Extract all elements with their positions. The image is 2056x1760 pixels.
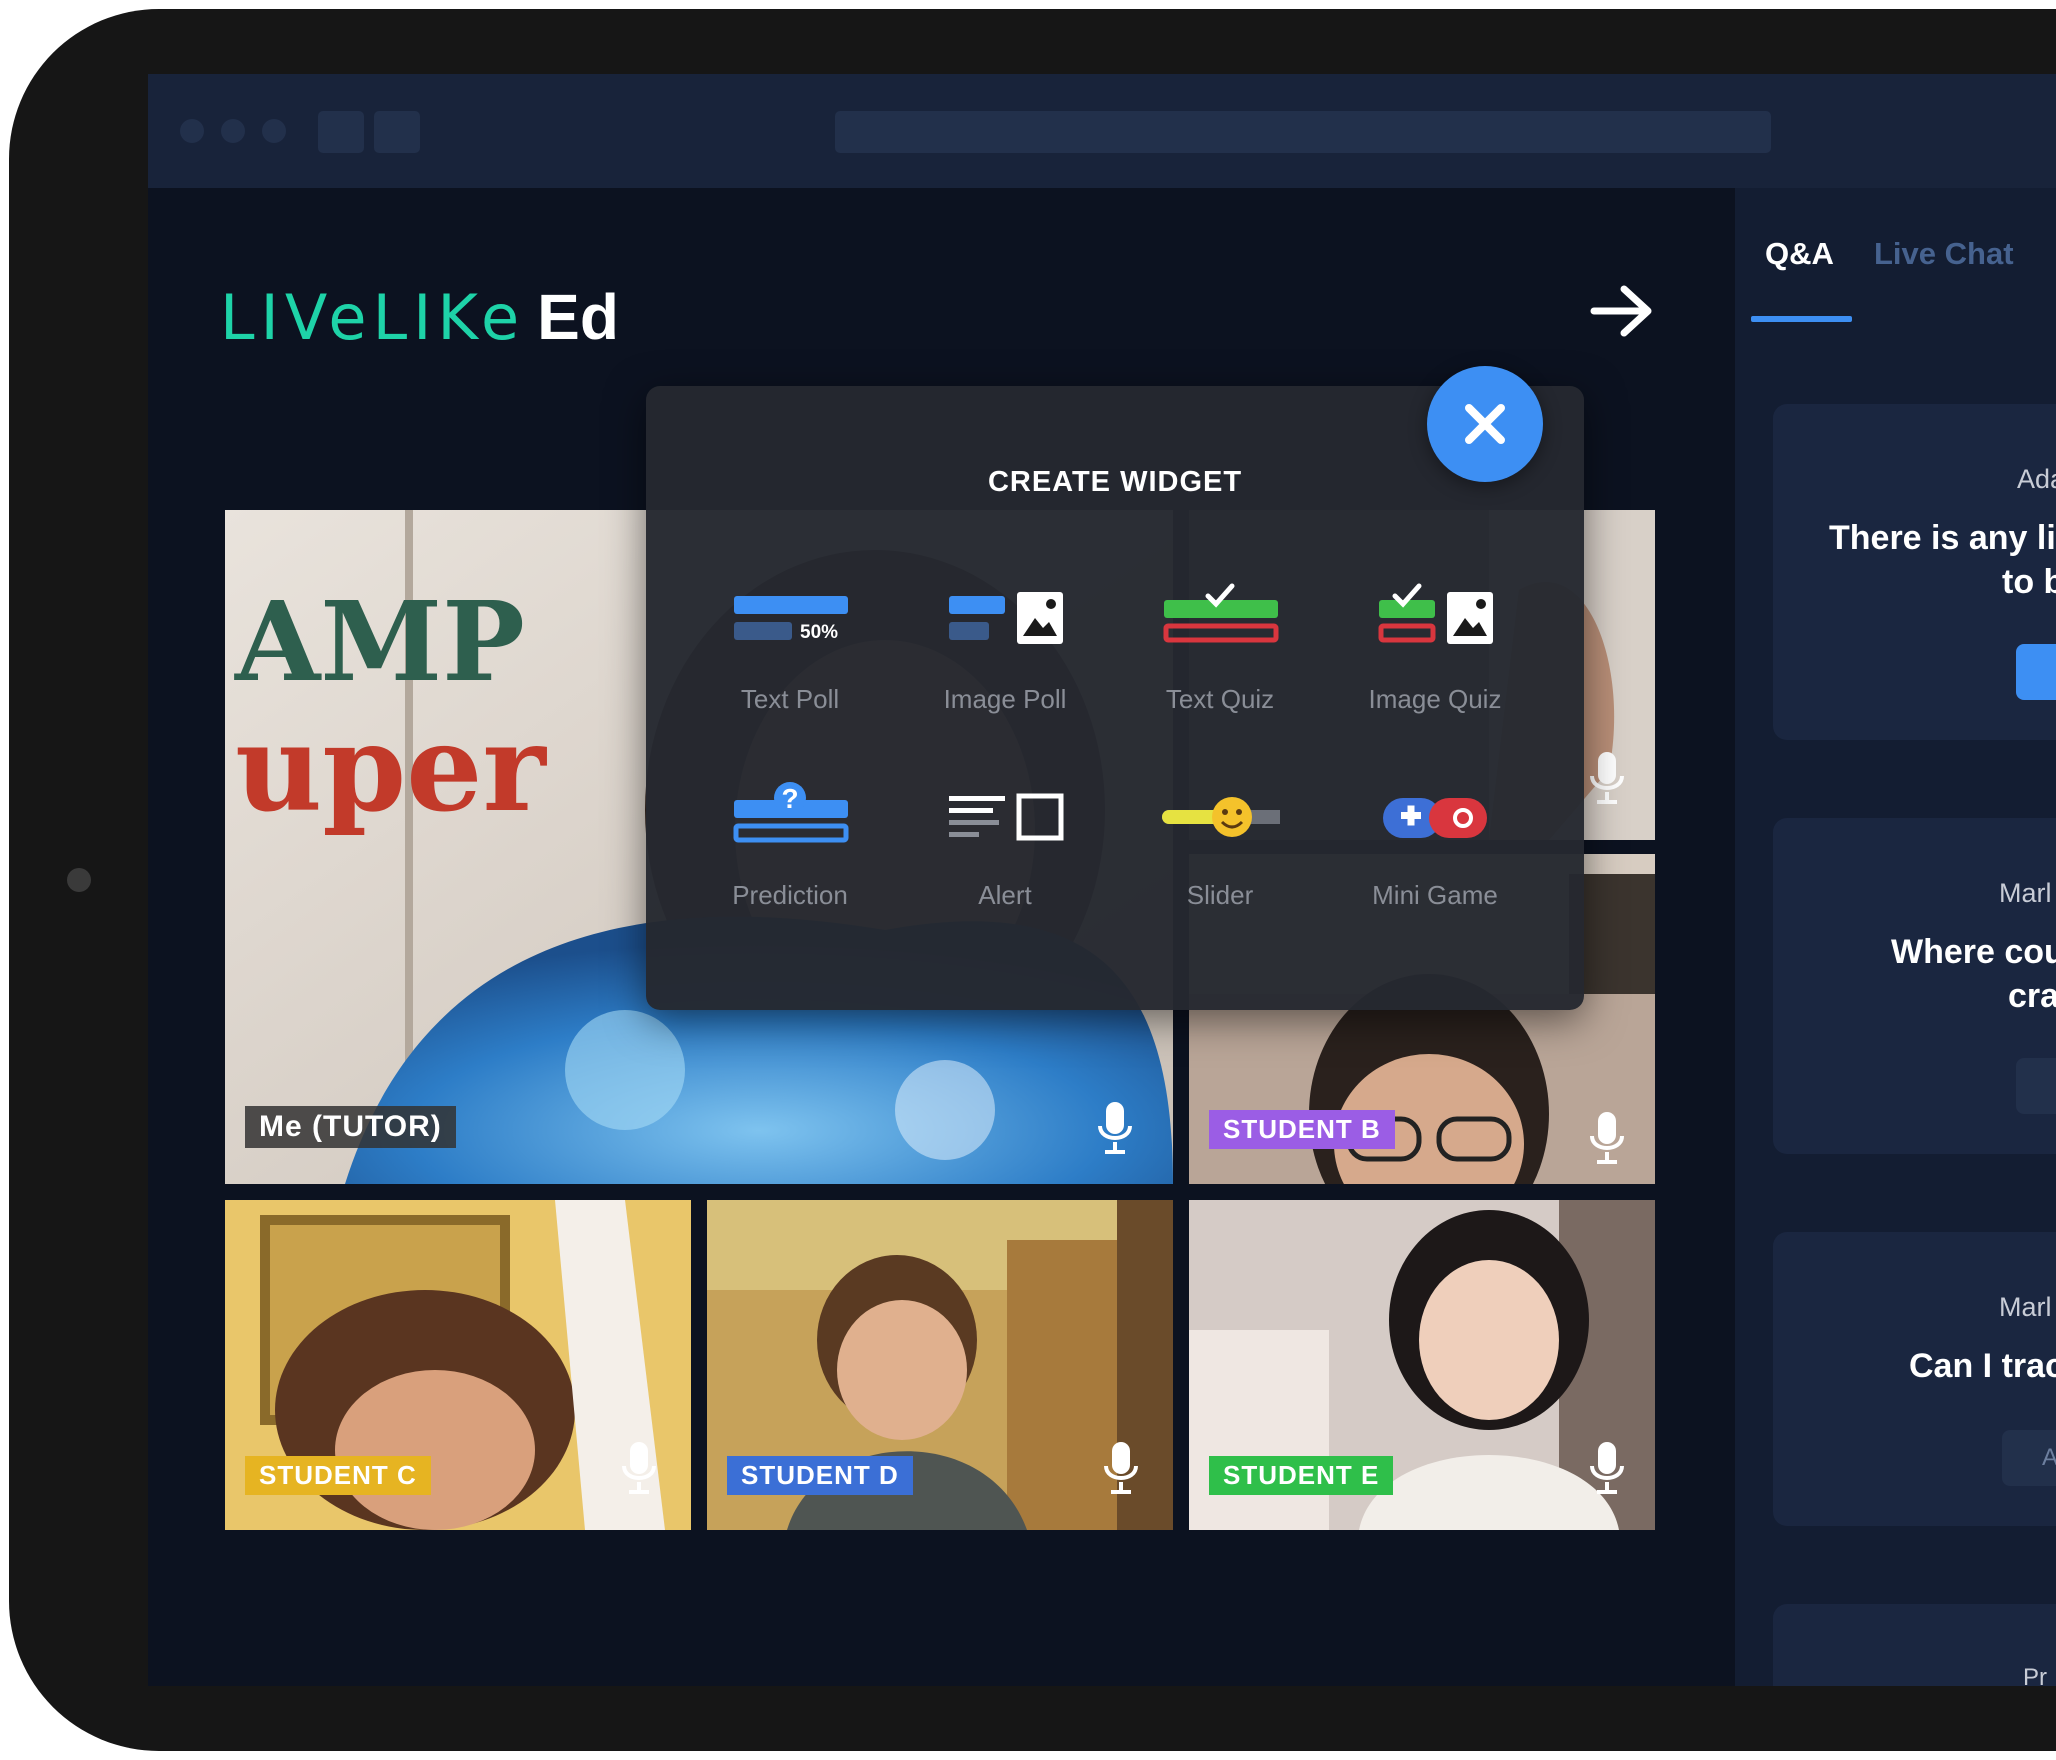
tile-label-student-c: STUDENT C <box>245 1456 431 1495</box>
question-author: Marl <box>1999 878 2052 908</box>
microphone-icon[interactable] <box>1587 1440 1627 1496</box>
widget-label: Text Quiz <box>1165 684 1275 714</box>
tablet-camera <box>67 868 91 892</box>
window-minimize-dot[interactable] <box>221 119 245 143</box>
tab-qa[interactable]: Q&A <box>1765 236 1834 272</box>
widget-text-poll[interactable]: 50% Text Poll <box>690 582 890 742</box>
widget-mini-game[interactable]: Mini Game <box>1335 778 1535 938</box>
browser-forward-button[interactable] <box>374 111 420 153</box>
address-bar[interactable] <box>835 111 1771 153</box>
question-card[interactable]: Marl Can I trac A <box>1773 1232 2056 1526</box>
qa-sidebar: Q&A Live Chat Ada There is any li to b M… <box>1735 188 2056 1686</box>
widget-alert[interactable]: Alert <box>905 778 1105 938</box>
question-text-line2: to b <box>2002 563 2056 601</box>
livelike-ed-logo: LIVeLIKe Ed <box>220 280 619 360</box>
widget-label: Alert <box>978 880 1032 910</box>
logo-livelike-text: LIVeLIKe <box>220 281 526 354</box>
question-author: Marl <box>1999 1292 2052 1322</box>
widget-label: Mini Game <box>1372 880 1498 910</box>
arrow-right-icon[interactable] <box>1588 281 1658 341</box>
browser-toolbar <box>148 74 2056 188</box>
browser-back-button[interactable] <box>318 111 364 153</box>
slider-icon <box>1162 797 1280 837</box>
svg-text:AMP: AMP <box>234 577 525 706</box>
svg-text:uper: uper <box>235 698 548 839</box>
answer-button[interactable] <box>2016 1058 2056 1114</box>
window-maximize-dot[interactable] <box>262 119 286 143</box>
video-tile-student-c[interactable]: STUDENT C <box>225 1200 691 1530</box>
widget-label: Slider <box>1186 880 1254 910</box>
question-card[interactable]: Ada There is any li to b <box>1773 404 2056 740</box>
question-card[interactable]: Pr <box>1773 1604 2056 1686</box>
text-poll-percent: 50% <box>800 622 838 643</box>
app-screen: LIVeLIKe Ed AMP uper Me (TUTOR) STUDENT … <box>148 74 2056 1686</box>
microphone-icon[interactable] <box>619 1440 659 1496</box>
microphone-icon[interactable] <box>1095 1100 1135 1156</box>
microphone-icon[interactable] <box>1587 750 1627 806</box>
tab-live-chat[interactable]: Live Chat <box>1874 236 2014 272</box>
svg-text:?: ? <box>781 783 798 814</box>
video-tile-student-e[interactable]: STUDENT E <box>1189 1200 1655 1530</box>
widget-label: Prediction <box>732 880 848 910</box>
image-poll-icon <box>949 592 1063 644</box>
tile-label-tutor: Me (TUTOR) <box>245 1106 456 1148</box>
widget-label: Image Quiz <box>1368 684 1502 714</box>
tile-label-student-e: STUDENT E <box>1209 1456 1394 1495</box>
question-author: Pr <box>2023 1664 2047 1686</box>
answer-button[interactable] <box>2016 644 2056 700</box>
widget-slider[interactable]: Slider <box>1120 778 1320 938</box>
close-widget-button[interactable] <box>1427 366 1543 482</box>
microphone-icon[interactable] <box>1587 1110 1627 1166</box>
close-icon <box>1465 404 1505 444</box>
text-poll-icon: 50% <box>734 596 848 643</box>
question-text-line1: There is any li <box>1829 519 2056 557</box>
tile-label-student-b: STUDENT B <box>1209 1110 1395 1149</box>
widget-label: Text Poll <box>740 684 840 714</box>
image-quiz-icon <box>1378 583 1493 644</box>
logo-ed-text: Ed <box>537 281 619 353</box>
video-tile-student-d[interactable]: STUDENT D <box>707 1200 1173 1530</box>
widget-prediction[interactable]: ? Prediction <box>690 778 890 938</box>
window-close-dot[interactable] <box>180 119 204 143</box>
mini-game-icon <box>1383 798 1487 838</box>
text-quiz-icon <box>1163 583 1279 643</box>
active-tab-indicator <box>1751 316 1852 322</box>
widget-label: Image Poll <box>943 684 1067 714</box>
classroom-area: LIVeLIKe Ed AMP uper Me (TUTOR) STUDENT … <box>148 188 1735 1686</box>
question-text-line1: Can I trac <box>1909 1347 2056 1385</box>
question-text-line2: cra <box>2008 977 2056 1015</box>
widget-image-quiz[interactable]: Image Quiz <box>1335 582 1535 742</box>
alert-icon <box>949 793 1064 841</box>
widget-text-quiz[interactable]: Text Quiz <box>1120 582 1320 742</box>
microphone-icon[interactable] <box>1101 1440 1141 1496</box>
question-author: Ada <box>2017 464 2056 494</box>
question-text-line1: Where cou <box>1891 933 2056 971</box>
tile-label-student-d: STUDENT D <box>727 1456 913 1495</box>
widget-image-poll[interactable]: Image Poll <box>905 582 1105 742</box>
question-card[interactable]: Marl Where cou cra <box>1773 818 2056 1154</box>
prediction-icon: ? <box>733 782 849 843</box>
answer-button[interactable]: A <box>2002 1430 2056 1486</box>
